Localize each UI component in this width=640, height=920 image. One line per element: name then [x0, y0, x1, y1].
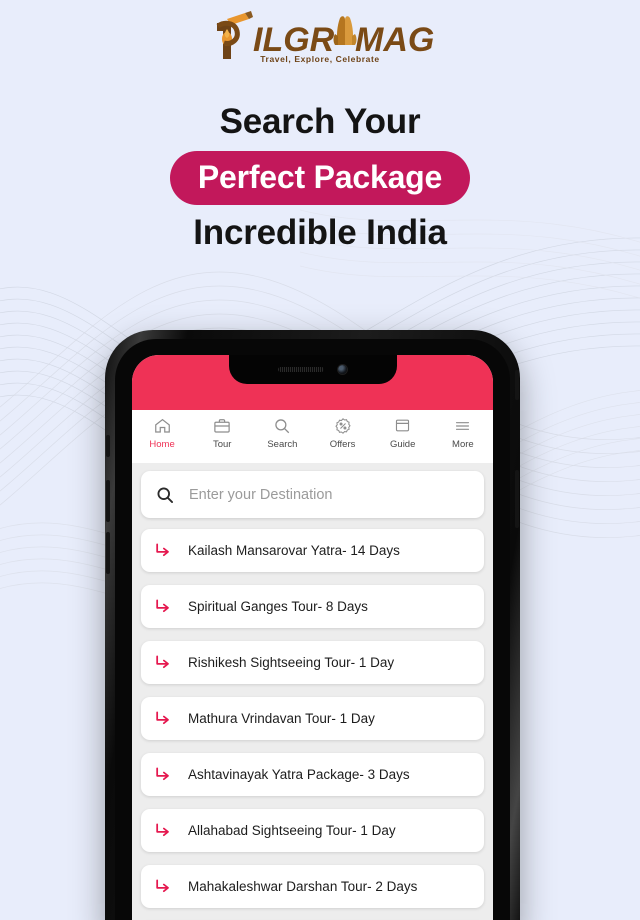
nav-item-offers[interactable]: Offers [314, 415, 372, 450]
destination-suggestion-list: Kailash Mansarovar Yatra- 14 Days Spirit… [141, 529, 484, 920]
list-item[interactable]: Rishikesh Sightseeing Tour- 1 Day [141, 641, 484, 684]
front-camera-icon [338, 365, 347, 374]
logo-tagline: Travel, Explore, Celebrate [260, 54, 380, 64]
app-content-area: Enter your Destination Kailash Mansarova… [132, 463, 493, 920]
list-item[interactable]: Ashtavinayak Yatra Package- 3 Days [141, 753, 484, 796]
destination-search-field[interactable]: Enter your Destination [141, 471, 484, 518]
briefcase-icon [213, 415, 231, 436]
nav-label-home: Home [149, 439, 175, 450]
phone-volume-down-button[interactable] [106, 532, 110, 574]
hamburger-icon [453, 415, 472, 436]
headline-block: Search Your Perfect Package Incredible I… [0, 100, 640, 255]
arrow-corner-down-right-icon [153, 821, 173, 841]
arrow-corner-down-right-icon [153, 541, 173, 561]
nav-item-tour[interactable]: Tour [193, 415, 251, 450]
nav-item-more[interactable]: More [434, 415, 492, 450]
promo-banner: ILGR MAGE Travel, Explore, Celebrate Sea… [0, 0, 640, 920]
brand-logo: ILGR MAGE Travel, Explore, Celebrate [0, 8, 640, 66]
nav-label-guide: Guide [390, 439, 416, 450]
nav-label-search: Search [267, 439, 298, 450]
window-icon [394, 415, 411, 436]
list-item-label: Mathura Vrindavan Tour- 1 Day [188, 711, 375, 726]
arrow-corner-down-right-icon [153, 877, 173, 897]
search-icon [155, 485, 175, 505]
nav-item-search[interactable]: Search [253, 415, 311, 450]
phone-side-button-top[interactable] [515, 370, 519, 400]
list-item-label: Mahakaleshwar Darshan Tour- 2 Days [188, 879, 418, 894]
nav-label-more: More [452, 439, 474, 450]
phone-volume-up-button[interactable] [106, 480, 110, 522]
app-top-navigation: Home Tour Search Offers Guide More [132, 410, 493, 463]
search-input-placeholder: Enter your Destination [189, 486, 333, 503]
diya-lamp-icon [216, 11, 253, 59]
phone-notch [228, 355, 397, 384]
phone-power-button[interactable] [515, 470, 519, 528]
praying-hands-icon [333, 16, 357, 45]
headline-badge-row: Perfect Package [0, 151, 640, 205]
home-icon [153, 415, 172, 436]
headline-line-3: Incredible India [193, 213, 447, 252]
list-item[interactable]: Mathura Vrindavan Tour- 1 Day [141, 697, 484, 740]
nav-item-guide[interactable]: Guide [374, 415, 432, 450]
list-item[interactable]: Mahakaleshwar Darshan Tour- 2 Days [141, 865, 484, 908]
speaker-grille-icon [278, 367, 324, 372]
phone-screen: Home Tour Search Offers Guide More Enter… [132, 355, 493, 920]
nav-label-offers: Offers [329, 439, 356, 450]
arrow-corner-down-right-icon [153, 597, 173, 617]
list-item-label: Spiritual Ganges Tour- 8 Days [188, 599, 368, 614]
search-icon [273, 415, 291, 436]
arrow-corner-down-right-icon [153, 653, 173, 673]
arrow-corner-down-right-icon [153, 709, 173, 729]
list-item-label: Rishikesh Sightseeing Tour- 1 Day [188, 655, 395, 670]
list-item-label: Ashtavinayak Yatra Package- 3 Days [188, 767, 410, 782]
list-item[interactable]: Kailash Mansarovar Yatra- 14 Days [141, 529, 484, 572]
list-item[interactable]: Spiritual Ganges Tour- 8 Days [141, 585, 484, 628]
list-item-label: Allahabad Sightseeing Tour- 1 Day [188, 823, 396, 838]
list-item-label: Kailash Mansarovar Yatra- 14 Days [188, 543, 400, 558]
perfect-package-badge: Perfect Package [169, 151, 471, 205]
list-item[interactable]: Allahabad Sightseeing Tour- 1 Day [141, 809, 484, 852]
pilgrimage-logo-svg: ILGR MAGE Travel, Explore, Celebrate [216, 11, 435, 64]
phone-mockup: Home Tour Search Offers Guide More Enter… [105, 330, 520, 920]
nav-label-tour: Tour [212, 439, 232, 450]
percent-badge-icon [334, 415, 352, 436]
headline-line-1: Search Your [219, 102, 421, 141]
nav-item-home[interactable]: Home [133, 415, 191, 450]
phone-mute-switch[interactable] [106, 435, 110, 457]
arrow-corner-down-right-icon [153, 765, 173, 785]
